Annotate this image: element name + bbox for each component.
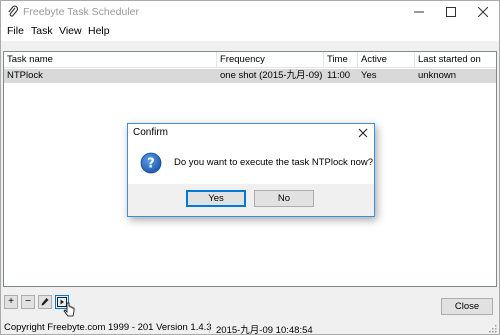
window-close-button[interactable] — [467, 1, 499, 23]
status-divider — [209, 321, 210, 333]
svg-text:?: ? — [147, 157, 155, 172]
menu-task[interactable]: Task — [31, 25, 53, 37]
bottom-toolbar: + − — [1, 291, 499, 319]
yes-button[interactable]: Yes — [186, 190, 246, 207]
status-copyright: Copyright Freebyte.com 1999 - 201 Versio… — [4, 322, 212, 333]
cell-active: Yes — [361, 70, 377, 81]
menu-help[interactable]: Help — [88, 25, 110, 37]
cell-time: 11:00 — [327, 70, 351, 81]
column-header-frequency[interactable]: Frequency — [217, 52, 324, 68]
add-task-button[interactable]: + — [4, 295, 18, 309]
close-icon — [358, 128, 368, 138]
dialog-footer: Yes No — [128, 184, 374, 216]
dialog-title: Confirm — [133, 127, 169, 138]
status-datetime: 2015-九月-09 10:48:54 — [216, 325, 313, 335]
window-title: Freebyte Task Scheduler — [23, 6, 139, 18]
menu-view[interactable]: View — [59, 25, 82, 37]
dialog-message: Do you want to execute the task NTPlock … — [174, 157, 374, 168]
column-header-last-started[interactable]: Last started on — [415, 52, 496, 68]
main-window: Freebyte Task Scheduler File Task View H… — [0, 0, 500, 335]
menu-bar: File Task View Help — [1, 23, 499, 41]
column-header-active[interactable]: Active — [358, 52, 415, 68]
title-bar[interactable]: Freebyte Task Scheduler — [1, 1, 499, 23]
edit-task-button[interactable] — [38, 295, 52, 309]
paperclip-icon — [8, 5, 18, 17]
close-icon — [478, 7, 488, 17]
column-header-time[interactable]: Time — [324, 52, 358, 68]
menu-file[interactable]: File — [7, 25, 24, 37]
dialog-body: ? Do you want to execute the task NTPloc… — [128, 142, 374, 184]
dialog-close-button[interactable] — [356, 126, 370, 140]
question-icon: ? — [140, 152, 162, 174]
mouse-cursor-icon — [63, 302, 75, 317]
list-header: Task name Frequency Time Active Last sta… — [4, 52, 496, 68]
close-button[interactable]: Close — [441, 298, 493, 315]
maximize-icon — [446, 7, 456, 17]
cell-task-name: NTPlock — [7, 70, 43, 81]
resize-grip-icon[interactable] — [487, 323, 497, 333]
minimize-icon — [414, 11, 424, 13]
no-button[interactable]: No — [254, 190, 314, 207]
table-row[interactable]: NTPlock one shot (2015-九月-09) 11:00 Yes … — [4, 69, 496, 83]
dialog-title-bar[interactable]: Confirm — [128, 124, 374, 142]
minimize-button[interactable] — [403, 1, 435, 23]
maximize-button[interactable] — [435, 1, 467, 23]
status-bar: Copyright Freebyte.com 1999 - 201 Versio… — [1, 320, 499, 335]
cell-frequency: one shot (2015-九月-09) — [220, 70, 323, 81]
remove-task-button[interactable]: − — [21, 295, 35, 309]
pencil-icon — [41, 298, 49, 306]
confirm-dialog: Confirm ? Do you want to execute the tas… — [127, 123, 375, 217]
column-header-task-name[interactable]: Task name — [4, 52, 217, 68]
cell-last-started: unknown — [418, 70, 457, 81]
